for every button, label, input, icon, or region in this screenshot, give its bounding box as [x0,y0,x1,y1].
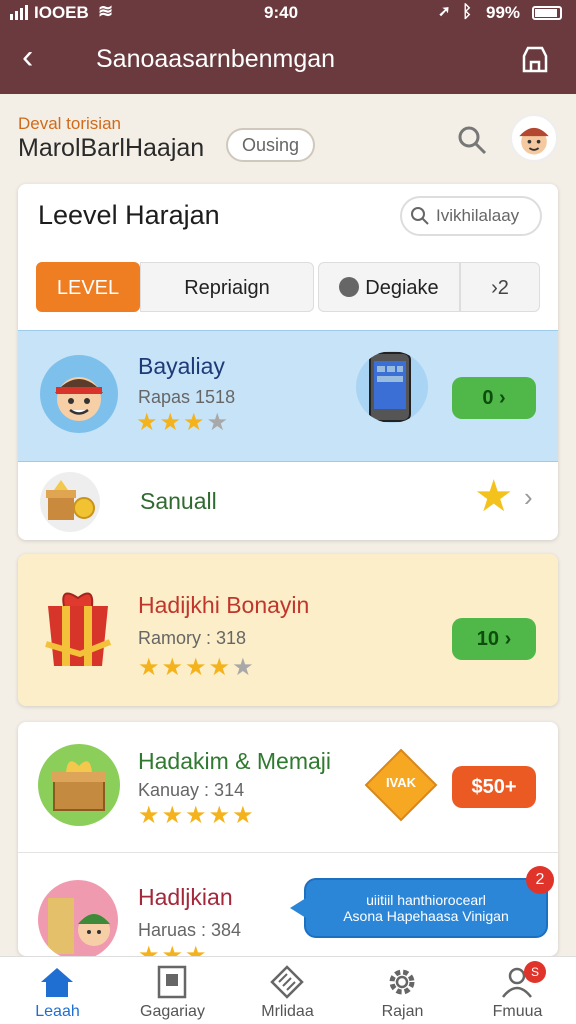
status-pill[interactable]: Ousing [226,128,316,162]
battery-icon [532,6,562,20]
star-icon: ★ [232,654,254,681]
diamond-icon [270,965,304,999]
battery-percent: 99% [486,3,521,22]
tab-label: Leaah [35,1003,80,1020]
gift-bag-icon [40,584,116,668]
star-icon: ★ [232,802,254,829]
tab-bar: Leaah Gagariay Mrlidaa Rajan S Fmuua [0,956,576,1024]
tab-level[interactable]: LEVEL [36,262,140,312]
tab-label: Rajan [381,1003,424,1020]
chevron-left-icon[interactable]: ‹ [22,40,33,74]
star-icon: ★ [161,654,184,681]
character-avatar-icon [38,880,118,956]
reward-button[interactable]: 0 › [452,377,536,419]
avatar-icon[interactable] [510,114,558,162]
notification-badge: S [524,961,546,983]
tab-mrlidaa[interactable]: Mrlidaa [230,957,345,1024]
home-icon [41,968,73,997]
wifi-icon: ≋ [98,1,114,21]
header-subtitle: Deval torisian [18,114,121,133]
promo-tag-label: IVAK [385,775,417,790]
star-icon: ★ [161,802,184,829]
clock: 9:40 [264,3,299,22]
tab-fmuua[interactable]: S Fmuua [460,957,575,1024]
item-name: Sanuall [140,488,217,514]
star-icon: ★ [138,942,160,957]
header-title: MarolBarlHaajan [18,134,205,162]
item-name: Hadakim & Memaji [138,748,331,774]
bluetooth-icon: ᛒ [462,2,473,21]
star-icon: ★ [185,942,207,957]
record-icon [339,277,360,297]
level-card-title: Leevel Harajan [38,200,220,230]
nav-bar: ‹ Sanoaasarnbenmgan [0,26,576,94]
gift-box-icon [40,472,100,532]
chevron-right-icon: › [524,482,533,512]
tab-label: Fmuua [492,1003,543,1020]
profile-card-icon [157,965,187,999]
item-name: Hadijkhi Bonayin [138,592,310,618]
star-icon: ★ [185,654,207,681]
promo-tag-icon: IVAK [364,748,438,822]
star-rating: ★ ★ ★ ★ [136,411,228,435]
phone-icon [356,351,428,423]
star-icon: ★ [183,409,205,436]
divider [18,852,558,853]
tab-rajan[interactable]: Rajan [345,957,460,1024]
item-name: Hadljkian [138,884,233,910]
tab-home[interactable]: Leaah [0,957,115,1024]
tab-degiake-label: Degiake [365,277,439,299]
search-icon[interactable] [456,124,488,156]
tooltip-line-1: uiitiil hanthiorocearl [366,892,486,908]
item-subtitle: Ramory : 318 [138,628,247,648]
price-button[interactable]: $50+ [452,766,536,808]
status-bar: IOOEB ≋ 9:40 ➚ ᛒ 99% [0,0,576,26]
search-icon [411,207,429,225]
item-name: Bayaliay [138,353,225,379]
star-icon: ★ [138,654,160,681]
tab-gagariay[interactable]: Gagariay [115,957,230,1024]
star-rating: ★ ★ ★ [138,942,207,957]
tab-repriaign[interactable]: Repriaign [140,262,314,312]
offers-card: Hadakim & Memaji Kanuay : 314 ★ ★ ★ ★ ★ IVAK… [18,722,558,956]
reward-button[interactable]: 10 › [452,618,536,660]
list-item-highlighted[interactable]: Bayaliay Rapas 1518 ★ ★ ★ ★ 0 › [18,330,558,462]
tab-degiake[interactable]: Degiake [318,262,460,312]
page-title: Sanoaasarnbenmgan [96,45,336,73]
star-rating: ★ ★ ★ ★ ★ [138,804,254,828]
character-avatar-icon [40,355,118,433]
item-subtitle: Haruas : 384 [138,920,242,940]
tooltip-line-2: Asona Hapehaasa Vinigan [343,908,509,924]
item-subtitle: Rapas 1518 [138,387,236,407]
tab-more[interactable]: ›2 [460,262,540,312]
level-tabs: LEVEL Repriaign Degiake ›2 [36,262,540,312]
level-search-placeholder: Ivikhilalaay [436,206,520,225]
location-icon: ➚ [438,3,451,20]
star-icon: ★ [161,942,184,957]
profile-header: Deval torisian MarolBarlHaajan Ousing [0,94,576,182]
star-icon: ★ [208,802,231,829]
tab-label: Mrlidaa [261,1003,314,1020]
star-icon: ★ [208,654,231,681]
tab-label: Gagariay [140,1003,205,1020]
tooltip-bubble[interactable]: uiitiil hanthiorocearl Asona Hapehaasa V… [290,866,554,938]
star-rating: ★ ★ ★ ★ ★ [138,656,254,680]
star-icon: ★ [206,409,229,436]
reward-card[interactable]: Hadijkhi Bonayin Ramory : 318 ★ ★ ★ ★ ★ 10 › [18,554,558,706]
star-icon: ★ [474,472,514,521]
item-subtitle: Kanuay : 314 [138,780,245,800]
level-card: Leevel Harajan Ivikhilalaay LEVEL Repria… [18,184,558,540]
star-icon: ★ [138,802,160,829]
carrier-label: IOOEB [34,3,89,22]
gear-icon [389,969,415,995]
gift-basket-icon [38,744,120,826]
notification-badge: 2 [526,866,554,894]
level-search-input[interactable]: Ivikhilalaay [400,196,542,236]
star-icon: ★ [159,409,182,436]
star-icon: ★ [185,802,207,829]
list-item[interactable]: Sanuall ★ › [18,462,558,540]
signal-icon [10,4,28,20]
star-icon: ★ [136,409,158,436]
store-icon[interactable] [520,44,550,74]
